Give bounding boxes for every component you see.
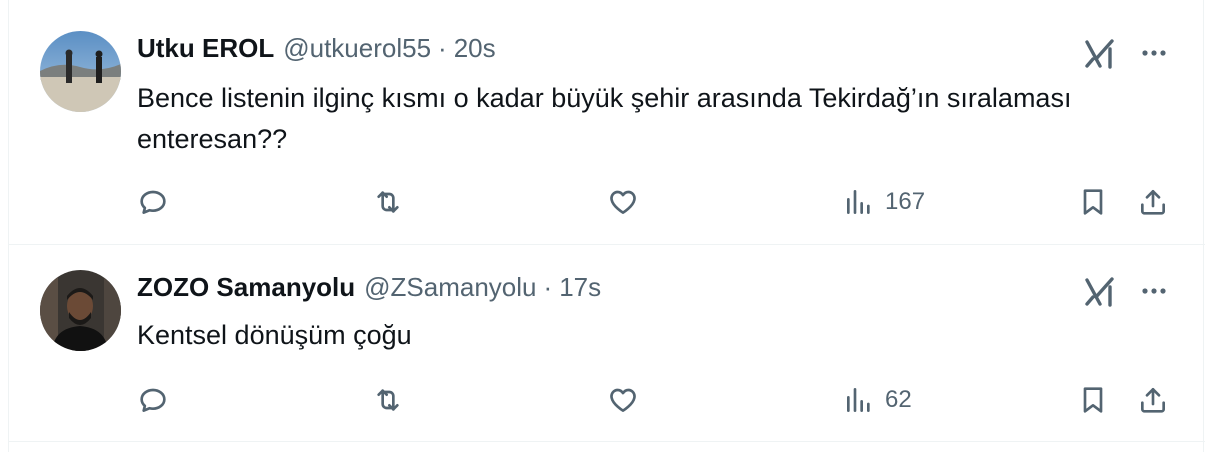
- retweet-button[interactable]: [372, 184, 404, 220]
- reply-icon: [140, 388, 166, 412]
- views-icon: [847, 388, 870, 412]
- author-name[interactable]: Utku EROL: [137, 33, 274, 64]
- share-icon: [1141, 388, 1165, 413]
- more-icon[interactable]: [1139, 276, 1169, 306]
- retweet-icon: [377, 191, 399, 213]
- separator-dot: ·: [438, 33, 447, 63]
- grok-icon[interactable]: [1083, 275, 1117, 309]
- more-icon[interactable]: [1139, 38, 1169, 68]
- like-icon: [610, 388, 636, 412]
- avatar[interactable]: [40, 31, 121, 112]
- grok-icon[interactable]: [1083, 37, 1117, 71]
- bookmark-icon: [1083, 387, 1103, 413]
- bookmark-button[interactable]: [1077, 382, 1109, 418]
- tweet-text: Kentsel dönüşüm çoğu: [137, 320, 412, 350]
- reply-icon: [140, 190, 166, 214]
- reply-feed: Utku EROL @utkuerol55 · 20s Bence listen…: [8, 0, 1205, 452]
- tweet-reply[interactable]: Utku EROL @utkuerol55 · 20s Bence listen…: [9, 0, 1205, 245]
- reply-button[interactable]: [137, 382, 169, 418]
- tweet-header: Utku EROL @utkuerol55 · 20s: [137, 33, 496, 65]
- like-button[interactable]: [607, 382, 639, 418]
- views-button[interactable]: 62: [843, 382, 912, 418]
- tweet-header: ZOZO Samanyolu @ZSamanyolu · 17s: [137, 272, 601, 304]
- tweet-text: Bence listenin ilginç kısmı o kadar büyü…: [137, 83, 1072, 154]
- tweet-reply[interactable]: ZOZO Samanyolu @ZSamanyolu · 17s Kentsel…: [9, 245, 1205, 442]
- author-name[interactable]: ZOZO Samanyolu: [137, 272, 355, 303]
- timestamp[interactable]: 20s: [454, 33, 496, 64]
- share-icon: [1141, 190, 1165, 215]
- reply-button[interactable]: [137, 184, 169, 220]
- author-handle[interactable]: @ZSamanyolu: [364, 272, 536, 303]
- views-button[interactable]: 167: [843, 184, 925, 220]
- retweet-icon: [377, 389, 399, 411]
- author-handle[interactable]: @utkuerol55: [283, 33, 431, 64]
- share-button[interactable]: [1137, 382, 1169, 418]
- views-icon: [847, 190, 870, 214]
- tweet-actions: 62: [9, 382, 1205, 418]
- separator-dot: ·: [543, 272, 553, 302]
- share-button[interactable]: [1137, 184, 1169, 220]
- retweet-button[interactable]: [372, 382, 404, 418]
- like-icon: [610, 190, 636, 214]
- like-button[interactable]: [607, 184, 639, 220]
- bookmark-icon: [1083, 189, 1103, 215]
- views-count: 167: [885, 188, 926, 215]
- timestamp[interactable]: 17s: [559, 272, 601, 303]
- views-count: 62: [885, 386, 912, 413]
- avatar[interactable]: [40, 270, 121, 351]
- tweet-actions: 167: [9, 184, 1205, 220]
- bookmark-button[interactable]: [1077, 184, 1109, 220]
